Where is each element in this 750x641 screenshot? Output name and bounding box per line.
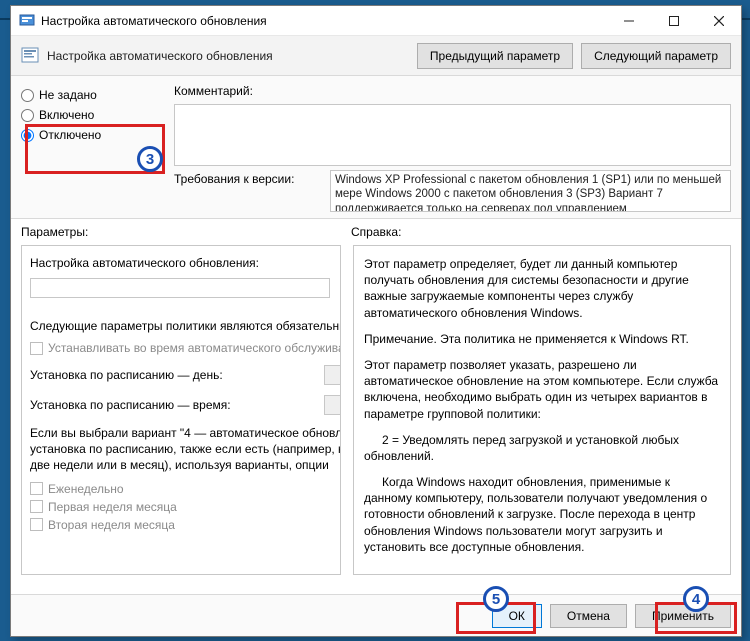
comment-label: Комментарий: (174, 84, 731, 98)
state-radio-group: Не задано Включено Отключено (21, 84, 166, 212)
second-week-label: Вторая неделя месяца (48, 518, 175, 532)
previous-setting-button[interactable]: Предыдущий параметр (417, 43, 573, 69)
help-p4: 2 = Уведомлять перед загрузкой и установ… (364, 432, 720, 464)
policy-editor-window: Настройка автоматического обновления Нас… (10, 5, 742, 637)
radio-enabled-label: Включено (39, 108, 94, 122)
comment-section: Комментарий: Требования к версии: Window… (174, 84, 731, 212)
help-p5: Когда Windows находит обновления, примен… (364, 474, 720, 555)
schedule-day-combo[interactable] (324, 365, 341, 385)
update-mode-combo[interactable] (30, 278, 330, 298)
header-strip: Настройка автоматического обновления Пре… (11, 36, 741, 76)
lower-section: Настройка автоматического обновления: Сл… (11, 241, 741, 581)
upper-section: Не задано Включено Отключено Комментарий… (11, 76, 741, 219)
mandatory-note: Следующие параметры политики являются об… (30, 319, 341, 333)
maximize-button[interactable] (651, 6, 696, 36)
install-maintenance-label: Устанавливать во время автоматического о… (48, 341, 341, 355)
header-title: Настройка автоматического обновления (47, 49, 409, 63)
apply-button[interactable]: Применить (635, 604, 731, 628)
schedule-day-label: Установка по расписанию — день: (30, 368, 223, 382)
radio-not-configured-input[interactable] (21, 89, 34, 102)
radio-not-configured[interactable]: Не задано (21, 88, 166, 102)
checkbox-icon (30, 482, 43, 495)
options-heading: Настройка автоматического обновления: (30, 256, 341, 270)
radio-enabled-input[interactable] (21, 109, 34, 122)
help-p1: Этот параметр определяет, будет ли данны… (364, 256, 720, 321)
first-week-label: Первая неделя месяца (48, 500, 177, 514)
close-button[interactable] (696, 6, 741, 36)
help-panel[interactable]: Этот параметр определяет, будет ли данны… (353, 245, 731, 575)
help-label: Справка: (351, 225, 401, 239)
titlebar: Настройка автоматического обновления (11, 6, 741, 36)
first-week-checkbox[interactable]: Первая неделя месяца (30, 500, 341, 514)
checkbox-icon (30, 500, 43, 513)
help-p3: Этот параметр позволяет указать, разреше… (364, 357, 720, 422)
schedule-time-label: Установка по расписанию — время: (30, 398, 231, 412)
minimize-button[interactable] (606, 6, 651, 36)
radio-disabled-label: Отключено (39, 128, 101, 142)
options-panel[interactable]: Настройка автоматического обновления: Сл… (21, 245, 341, 575)
radio-disabled[interactable]: Отключено (21, 128, 166, 142)
variant4-note: Если вы выбрали вариант "4 — автоматичес… (30, 425, 341, 474)
bottom-bar: ОК Отмена Применить (11, 594, 741, 636)
second-week-checkbox[interactable]: Вторая неделя месяца (30, 518, 341, 532)
radio-not-configured-label: Не задано (39, 88, 97, 102)
next-setting-button[interactable]: Следующий параметр (581, 43, 731, 69)
comment-textarea[interactable] (174, 104, 731, 166)
lower-labels: Параметры: Справка: (11, 219, 741, 241)
install-maintenance-checkbox[interactable]: Устанавливать во время автоматического о… (30, 341, 341, 355)
app-icon (19, 13, 35, 29)
radio-disabled-input[interactable] (21, 129, 34, 142)
checkbox-icon (30, 342, 43, 355)
weekly-label: Еженедельно (48, 482, 124, 496)
radio-enabled[interactable]: Включено (21, 108, 166, 122)
params-label: Параметры: (21, 225, 341, 239)
ok-button[interactable]: ОК (492, 604, 542, 628)
cancel-button[interactable]: Отмена (550, 604, 627, 628)
policy-icon (21, 47, 39, 65)
supported-on-label: Требования к версии: (174, 170, 324, 186)
checkbox-icon (30, 518, 43, 531)
schedule-time-combo[interactable] (324, 395, 341, 415)
supported-on-box[interactable]: Windows XP Professional с пакетом обновл… (330, 170, 731, 212)
help-p2: Примечание. Эта политика не применяется … (364, 331, 720, 347)
window-title: Настройка автоматического обновления (41, 14, 267, 28)
weekly-checkbox[interactable]: Еженедельно (30, 482, 341, 496)
